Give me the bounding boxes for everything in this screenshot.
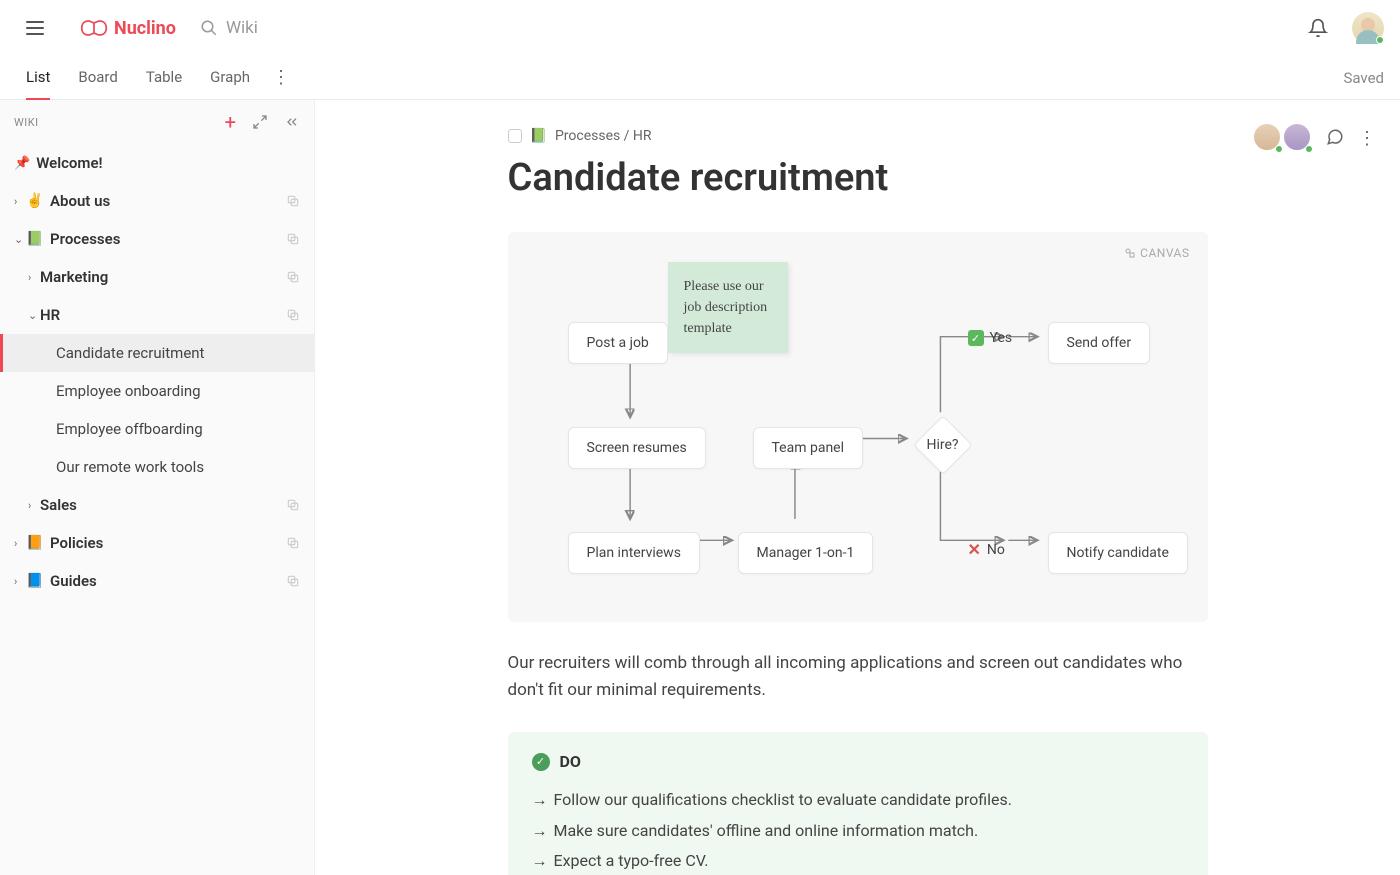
notifications-icon[interactable] — [1308, 18, 1328, 38]
page-more-icon[interactable]: ⋮ — [1358, 128, 1376, 146]
sidebar-title: WIKI — [14, 116, 39, 129]
canvas-embed[interactable]: CANVAS Please use o — [508, 232, 1208, 622]
search-input[interactable]: Wiki — [200, 18, 258, 38]
chevron-right-icon[interactable]: › — [14, 537, 24, 550]
sidebar-item-sales[interactable]: › Sales — [0, 486, 314, 524]
sidebar-item-candidate-recruitment[interactable]: Candidate recruitment — [0, 334, 314, 372]
breadcrumb-path[interactable]: Processes / HR — [555, 128, 652, 144]
sidebar-item-employee-offboarding[interactable]: Employee offboarding — [0, 410, 314, 448]
canvas-note[interactable]: Please use our job description template — [668, 262, 788, 353]
flowchart-box-panel[interactable]: Team panel — [753, 427, 864, 469]
sidebar-item-remote-tools[interactable]: Our remote work tools — [0, 448, 314, 486]
tab-list[interactable]: List — [26, 56, 50, 100]
tabs-more-icon[interactable]: ⋮ — [272, 67, 291, 88]
page-checkbox[interactable] — [508, 129, 522, 143]
flowchart-box-plan[interactable]: Plan interviews — [568, 532, 700, 574]
flowchart-box-notify[interactable]: Notify candidate — [1048, 532, 1188, 574]
sidebar-item-welcome[interactable]: 📌 Welcome! — [0, 144, 314, 182]
flowchart-decision-hire[interactable]: Hire? — [915, 417, 971, 473]
chevron-right-icon[interactable]: › — [28, 271, 38, 284]
copy-icon[interactable] — [286, 574, 300, 588]
page-title[interactable]: Candidate recruitment — [508, 156, 1208, 200]
flowchart-box-manager[interactable]: Manager 1-on-1 — [738, 532, 874, 574]
body-paragraph[interactable]: Our recruiters will comb through all inc… — [508, 650, 1208, 704]
sidebar-item-guides[interactable]: › 📘 Guides — [0, 562, 314, 600]
search-placeholder: Wiki — [226, 18, 258, 38]
sidebar-item-marketing[interactable]: › Marketing — [0, 258, 314, 296]
tab-table[interactable]: Table — [146, 56, 182, 99]
save-status: Saved — [1343, 69, 1384, 87]
collaborator-avatars[interactable] — [1252, 122, 1312, 152]
hamburger-menu-icon[interactable] — [26, 16, 50, 40]
sidebar-item-processes[interactable]: ⌄ 📗 Processes — [0, 220, 314, 258]
do-title: DO — [560, 752, 581, 771]
tab-board[interactable]: Board — [78, 56, 117, 99]
folder-icon: 📙 — [26, 535, 44, 551]
flowchart-label-no: ✕No — [968, 540, 1005, 559]
breadcrumb: 📗 Processes / HR — [508, 128, 1208, 144]
do-item: →Make sure candidates' offline and onlin… — [532, 816, 1184, 846]
copy-icon[interactable] — [286, 498, 300, 512]
folder-icon: ✌️ — [26, 193, 44, 209]
view-tabs: List Board Table Graph — [26, 56, 250, 99]
sidebar-item-employee-onboarding[interactable]: Employee onboarding — [0, 372, 314, 410]
copy-icon[interactable] — [286, 232, 300, 246]
flowchart-box-post-job[interactable]: Post a job — [568, 322, 668, 364]
shapes-icon — [1124, 247, 1136, 259]
folder-icon: 📗 — [26, 231, 44, 247]
brand-logo[interactable]: Nuclino — [80, 17, 176, 39]
collapse-sidebar-icon[interactable] — [284, 114, 300, 130]
copy-icon[interactable] — [286, 194, 300, 208]
brand-text: Nuclino — [114, 18, 176, 39]
pin-icon: 📌 — [14, 156, 30, 171]
do-item: →Expect a typo-free CV. — [532, 846, 1184, 875]
check-circle-icon: ✓ — [532, 753, 550, 771]
folder-icon: 📘 — [26, 573, 44, 589]
check-icon: ✓ — [968, 330, 984, 346]
comments-icon[interactable] — [1326, 128, 1344, 146]
copy-icon[interactable] — [286, 270, 300, 284]
copy-icon[interactable] — [286, 536, 300, 550]
chevron-down-icon[interactable]: ⌄ — [14, 233, 24, 246]
x-icon: ✕ — [968, 540, 981, 559]
do-item: →Follow our qualifications checklist to … — [532, 785, 1184, 815]
flowchart-box-offer[interactable]: Send offer — [1048, 322, 1151, 364]
online-status-dot — [1275, 145, 1283, 153]
online-status-dot — [1305, 145, 1313, 153]
user-avatar[interactable] — [1352, 12, 1384, 44]
sidebar: WIKI + 📌 Welcome! › ✌️ About us ⌄ 📗 Proc — [0, 100, 315, 875]
chevron-down-icon[interactable]: ⌄ — [28, 309, 38, 322]
add-page-icon[interactable]: + — [225, 110, 236, 134]
folder-icon: 📗 — [530, 128, 547, 144]
sidebar-item-about[interactable]: › ✌️ About us — [0, 182, 314, 220]
flowchart-box-screen[interactable]: Screen resumes — [568, 427, 706, 469]
tab-graph[interactable]: Graph — [210, 56, 250, 99]
online-status-dot — [1376, 36, 1384, 44]
copy-icon[interactable] — [286, 308, 300, 322]
chevron-right-icon[interactable]: › — [14, 195, 24, 208]
sidebar-item-policies[interactable]: › 📙 Policies — [0, 524, 314, 562]
chevron-right-icon[interactable]: › — [28, 499, 38, 512]
canvas-label: CANVAS — [1124, 246, 1189, 260]
search-icon — [200, 19, 218, 37]
brain-icon — [80, 17, 108, 39]
sidebar-item-hr[interactable]: ⌄ HR — [0, 296, 314, 334]
do-callout[interactable]: ✓ DO →Follow our qualifications checklis… — [508, 732, 1208, 875]
flowchart-label-yes: ✓Yes — [968, 330, 1013, 346]
chevron-right-icon[interactable]: › — [14, 575, 24, 588]
expand-icon[interactable] — [252, 114, 268, 130]
